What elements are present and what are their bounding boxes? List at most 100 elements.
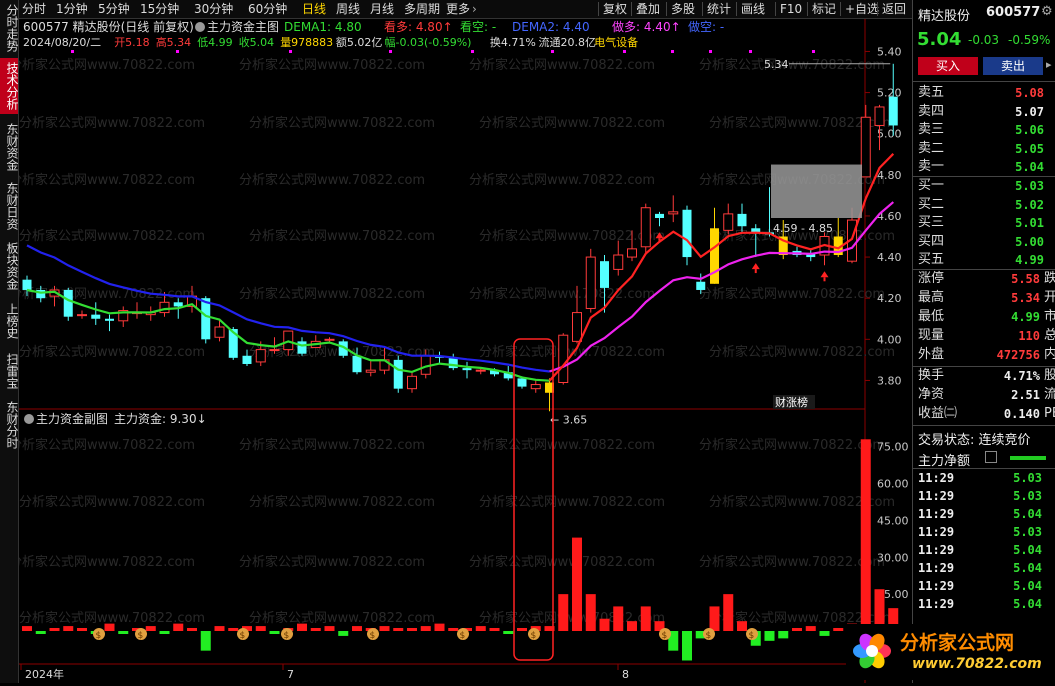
period-tab-7[interactable]: 周线 — [336, 1, 360, 17]
money-flow-bar — [819, 631, 830, 636]
tick-time: 11:29 — [918, 525, 955, 539]
period-tab-6[interactable]: 日线 — [302, 1, 326, 17]
asks-row-4[interactable]: 卖一 5.04 — [913, 158, 1055, 176]
money-flow-bar — [187, 628, 197, 631]
candle-body — [682, 209, 692, 258]
watermark-text: 分析家公式网www.70822.com — [469, 57, 655, 73]
left-tab-1[interactable]: 技术分析 — [0, 58, 19, 114]
panel-divider — [913, 425, 1055, 426]
watermark-text: 分析家公式网www.70822.com — [19, 172, 195, 188]
left-tab-7[interactable]: 东财分时 — [0, 398, 19, 452]
y-tick-label: 4.80 — [877, 169, 902, 182]
money-flow-bar — [737, 621, 747, 631]
toolbar-button-0[interactable]: 复权 — [603, 1, 627, 17]
tick-row-5: 11:29 5.04 — [913, 559, 1055, 577]
toolbar-button-3[interactable]: 统计 — [707, 1, 731, 17]
toolbar-button-4[interactable]: 画线 — [741, 1, 765, 17]
toolbar-button-5[interactable]: F10 — [780, 1, 802, 17]
watermark-text: 分析家公式网www.70822.com — [239, 172, 425, 188]
toolbar-button-6[interactable]: 标记 — [812, 1, 836, 17]
watermark-text: 分析家公式网www.70822.com — [699, 437, 885, 453]
bids-row-4[interactable]: 买五 4.99 — [913, 251, 1055, 269]
asks-row-0[interactable]: 卖五 5.08 — [913, 84, 1055, 102]
sell-button[interactable]: 卖出 — [983, 57, 1043, 75]
sub-indicator-toggle-icon[interactable] — [24, 414, 34, 424]
toolbar-button-8[interactable]: 返回 — [882, 1, 906, 17]
asks-row-1[interactable]: 卖四 5.07 — [913, 103, 1055, 121]
chevron-right-icon[interactable]: › — [472, 1, 477, 17]
toolbar-button-1[interactable]: 叠加 — [636, 1, 660, 17]
candle-body — [723, 213, 734, 231]
money-bag-glyph: $ — [749, 631, 755, 641]
period-tab-8[interactable]: 月线 — [370, 1, 394, 17]
bids-row-1[interactable]: 买二 5.02 — [913, 196, 1055, 214]
kline-chart-svg[interactable]: 分析家公式网www.70822.com 分析家公式网www.70822.com 分析… — [9, 19, 911, 683]
indicator-name: 主力资金主图 — [207, 19, 279, 34]
stock-name: 精达股份 — [918, 9, 971, 24]
order-book-label: 买一 — [918, 178, 945, 193]
money-flow-bar — [860, 439, 871, 631]
left-tab-0[interactable]: 分时走势 — [0, 0, 19, 56]
watermark-text: 分析家公式网www.70822.com — [249, 115, 435, 131]
left-tab-5[interactable]: 上榜史 — [0, 298, 19, 344]
money-flow-bar — [159, 631, 170, 634]
price-change: -0.03 — [968, 33, 1000, 47]
watermark-text: 分析家公式网www.70822.com — [469, 437, 655, 453]
candle-body — [105, 318, 114, 321]
order-book-price: 5.06 — [1015, 123, 1044, 137]
settings-icon[interactable]: ⚙ — [1041, 4, 1053, 19]
quote-item-7: 幅-0.03(-0.59%) — [385, 36, 472, 49]
money-bag-glyph: $ — [531, 631, 537, 641]
period-tab-2[interactable]: 5分钟 — [98, 1, 130, 17]
asks-row-2[interactable]: 卖三 5.06 — [913, 121, 1055, 139]
period-tab-0[interactable]: 分时 — [22, 1, 46, 17]
stat-truncated-label: 股 — [1044, 368, 1055, 383]
period-tab-1[interactable]: 1分钟 — [56, 1, 88, 17]
toolbar-button-2[interactable]: 多股 — [671, 1, 695, 17]
watermark-text: 分析家公式网www.70822.com — [19, 554, 195, 570]
money-bag-glyph: $ — [662, 631, 668, 641]
money-flow-bar — [393, 628, 404, 631]
candle-body — [710, 228, 719, 284]
money-flow-bar — [792, 628, 802, 631]
buy-button[interactable]: 买入 — [918, 57, 978, 75]
bids-row-3[interactable]: 买四 5.00 — [913, 233, 1055, 251]
expand-icon[interactable]: ▸ — [1046, 58, 1052, 71]
tick-price: 5.04 — [1013, 579, 1042, 593]
list-icon[interactable] — [985, 451, 997, 463]
candle-body — [159, 301, 170, 314]
money-bag-glyph: $ — [96, 631, 102, 641]
period-tab-5[interactable]: 60分钟 — [248, 1, 287, 17]
hot-list-badge[interactable]: 财涨榜 — [775, 395, 808, 409]
order-book-label: 买二 — [918, 196, 945, 212]
signal-dot — [389, 50, 392, 53]
bids-row-2[interactable]: 买三 5.01 — [913, 214, 1055, 232]
period-tab-9[interactable]: 多周期 — [404, 1, 440, 17]
left-tab-3[interactable]: 东财日资 — [0, 178, 19, 234]
stat-truncated-label: 总 — [1044, 328, 1055, 343]
period-tab-10[interactable]: 更多 — [446, 1, 470, 17]
money-flow-bar — [214, 626, 225, 631]
money-flow-bar — [572, 537, 582, 631]
watermark-text: 分析家公式网www.70822.com — [249, 228, 435, 244]
stat-value: 0.140 — [1003, 407, 1040, 421]
asks-row-3[interactable]: 卖二 5.05 — [913, 140, 1055, 158]
tick-row-0: 11:29 5.03 — [913, 469, 1055, 487]
period-tab-3[interactable]: 15分钟 — [140, 1, 179, 17]
indicator-toggle-icon[interactable] — [195, 22, 205, 32]
money-flow-bar — [104, 623, 115, 631]
stat-row-3: 现量 110 总 — [913, 327, 1055, 345]
money-flow-bar — [585, 594, 596, 631]
stat-value: 110 — [1018, 329, 1040, 343]
chart-area[interactable]: 分析家公式网www.70822.com 分析家公式网www.70822.com 分析… — [9, 19, 911, 683]
left-tab-2[interactable]: 东财资金 — [0, 120, 19, 174]
stat-row-0: 换手 4.71% 股 — [913, 367, 1055, 385]
candle-body — [640, 207, 651, 248]
toolbar-button-7[interactable]: +自选 — [845, 1, 879, 17]
stat-value: 5.58 — [1011, 272, 1040, 286]
signal-dot — [551, 50, 554, 53]
bids-row-0[interactable]: 买一 5.03 — [913, 177, 1055, 195]
period-tab-4[interactable]: 30分钟 — [194, 1, 233, 17]
left-tab-4[interactable]: 板块资金 — [0, 238, 19, 294]
left-tab-6[interactable]: 扫雷宝 — [0, 348, 19, 394]
